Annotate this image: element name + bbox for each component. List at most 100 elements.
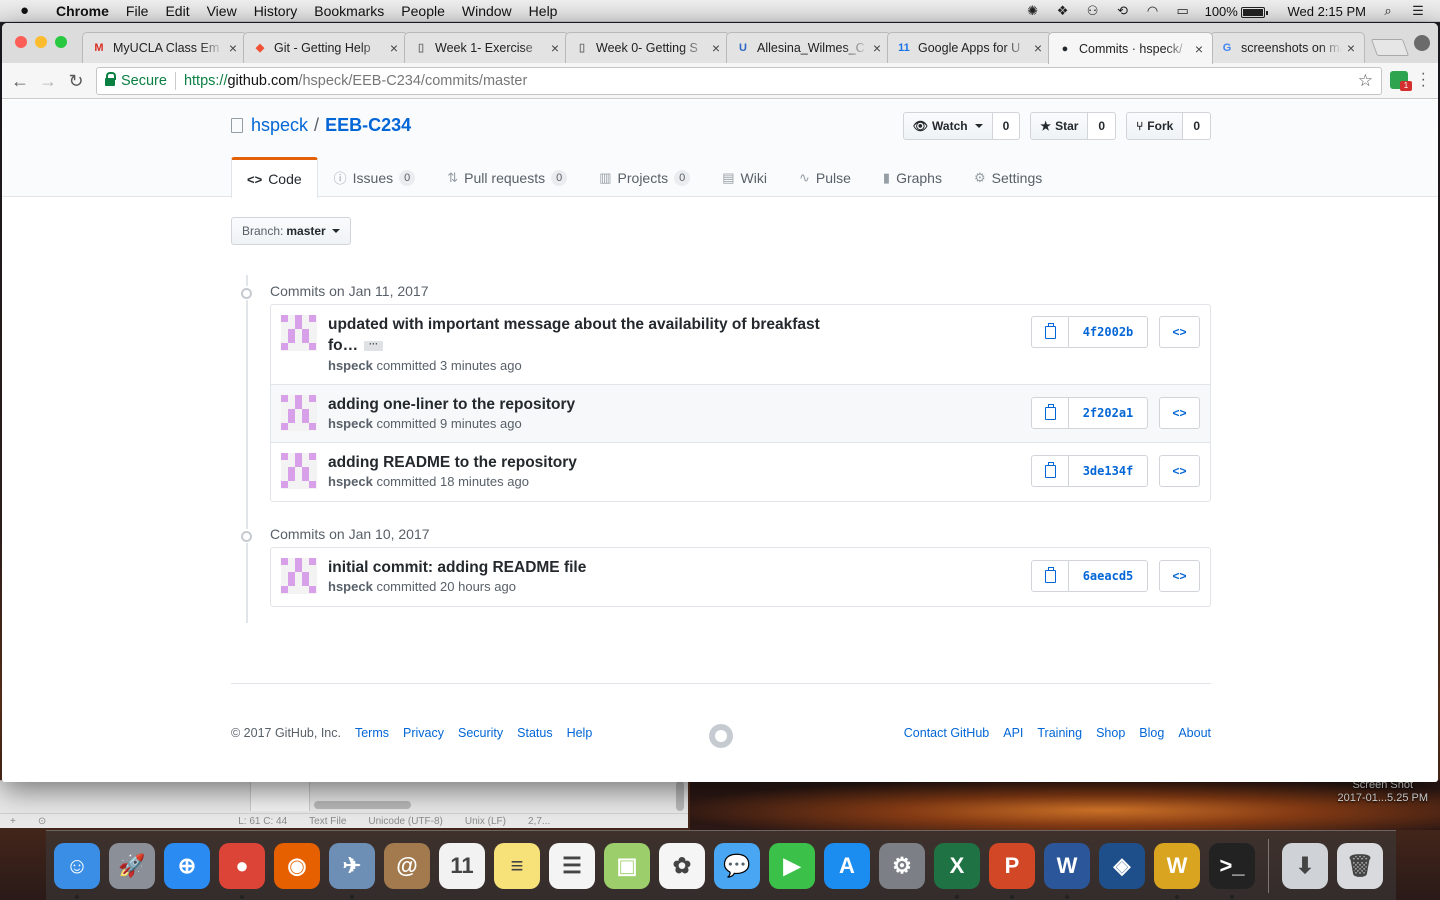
footer-link-api[interactable]: API: [1003, 726, 1023, 740]
footer-link-training[interactable]: Training: [1037, 726, 1082, 740]
star-button[interactable]: ★ Star: [1030, 112, 1089, 140]
browser-tab[interactable]: ◆ Git - Getting Help ×: [243, 32, 408, 63]
tab-wiki[interactable]: ▤ Wiki: [706, 157, 783, 197]
browser-tab[interactable]: M MyUCLA Class Em ×: [82, 32, 247, 63]
footer-link-contact[interactable]: Contact GitHub: [904, 726, 989, 740]
close-tab-icon[interactable]: ×: [707, 40, 725, 56]
preview-icon[interactable]: ✈: [329, 843, 375, 889]
github-mark-icon[interactable]: [709, 724, 733, 748]
desktop-file-label[interactable]: Screen Shot 2017-01...5.25 PM: [1337, 779, 1428, 805]
avatar[interactable]: [281, 453, 317, 489]
new-tab-button[interactable]: [1370, 39, 1410, 56]
commit-sha-link[interactable]: 6aeacd5: [1069, 560, 1148, 592]
battery-status[interactable]: 100%: [1205, 4, 1269, 19]
word-icon[interactable]: W: [1044, 843, 1090, 889]
browse-repo-at-commit-button[interactable]: <>: [1159, 316, 1200, 348]
close-tab-icon[interactable]: ×: [1190, 41, 1208, 57]
menu-people[interactable]: People: [401, 3, 445, 19]
tab-pull-requests[interactable]: ⇅ Pull requests 0: [431, 157, 583, 197]
notes-icon[interactable]: ≡: [494, 843, 540, 889]
browse-repo-at-commit-button[interactable]: <>: [1159, 455, 1200, 487]
address-bar[interactable]: Secure https://github.com/hspeck/EEB-C23…: [96, 67, 1382, 95]
browser-tab[interactable]: 11 Google Apps for U ×: [887, 32, 1052, 63]
terminal-icon[interactable]: >_: [1209, 843, 1255, 889]
close-window-button[interactable]: [15, 36, 27, 48]
firefox-icon[interactable]: ◉: [274, 843, 320, 889]
tab-settings[interactable]: ⚙ Settings: [958, 157, 1058, 197]
fork-count[interactable]: 0: [1183, 112, 1211, 140]
menu-file[interactable]: File: [126, 3, 149, 19]
screen-share-icon[interactable]: ⚇: [1085, 4, 1101, 18]
forward-button[interactable]: →: [36, 69, 60, 93]
browser-tab[interactable]: ▯ Week 1- Exercise ×: [404, 32, 569, 63]
photo-booth-icon[interactable]: ▣: [604, 843, 650, 889]
chrome-icon[interactable]: ●: [219, 843, 265, 889]
expand-message-button[interactable]: ···: [364, 339, 384, 351]
editor-line-endings[interactable]: Unix (LF): [465, 816, 506, 827]
facetime-icon[interactable]: ▶: [769, 843, 815, 889]
tab-projects[interactable]: ▥ Projects 0: [583, 157, 706, 197]
commit-author-link[interactable]: hspeck: [328, 358, 373, 373]
apple-icon[interactable]: ●: [20, 2, 36, 19]
wifi-icon[interactable]: ◠: [1145, 4, 1161, 18]
notification-center-icon[interactable]: ☰: [1410, 4, 1426, 18]
calendar-icon[interactable]: 11: [439, 843, 485, 889]
menu-app-name[interactable]: Chrome: [56, 3, 109, 19]
close-tab-icon[interactable]: ×: [546, 40, 564, 56]
copy-sha-button[interactable]: [1031, 455, 1069, 487]
footer-link-shop[interactable]: Shop: [1096, 726, 1125, 740]
copy-sha-button[interactable]: [1031, 560, 1069, 592]
commit-author-link[interactable]: hspeck: [328, 579, 373, 594]
menu-view[interactable]: View: [207, 3, 237, 19]
textwrangler-icon[interactable]: W: [1154, 843, 1200, 889]
reminders-icon[interactable]: ☰: [549, 843, 595, 889]
reload-button[interactable]: ↻: [64, 69, 88, 93]
tab-issues[interactable]: ⓘ Issues 0: [318, 157, 432, 197]
watch-count[interactable]: 0: [992, 112, 1021, 140]
footer-link-privacy[interactable]: Privacy: [403, 726, 444, 740]
tab-graphs[interactable]: ▮ Graphs: [867, 157, 958, 197]
menu-bookmarks[interactable]: Bookmarks: [314, 3, 384, 19]
dropbox-icon[interactable]: ❖: [1055, 4, 1071, 18]
footer-link-status[interactable]: Status: [517, 726, 552, 740]
excel-icon[interactable]: X: [934, 843, 980, 889]
commit-author-link[interactable]: hspeck: [328, 474, 373, 489]
editor-encoding[interactable]: Unicode (UTF-8): [368, 816, 442, 827]
watch-button[interactable]: 👁 Watch: [902, 112, 993, 140]
browse-repo-at-commit-button[interactable]: <>: [1159, 560, 1200, 592]
close-tab-icon[interactable]: ×: [868, 40, 886, 56]
profile-icon[interactable]: [1414, 35, 1430, 51]
editor-clock-icon[interactable]: ⊙: [38, 816, 46, 827]
close-tab-icon[interactable]: ×: [385, 40, 403, 56]
close-tab-icon[interactable]: ×: [1029, 40, 1047, 56]
commit-sha-link[interactable]: 4f2002b: [1069, 316, 1148, 348]
commit-message-link[interactable]: adding README to the repository: [328, 452, 577, 473]
repo-name-link[interactable]: EEB-C234: [325, 115, 411, 136]
menu-help[interactable]: Help: [529, 3, 558, 19]
star-count[interactable]: 0: [1088, 112, 1117, 140]
editor-add-icon[interactable]: +: [10, 816, 16, 827]
menu-window[interactable]: Window: [462, 3, 512, 19]
messages-icon[interactable]: 💬: [714, 843, 760, 889]
photos-icon[interactable]: ✿: [659, 843, 705, 889]
powerpoint-icon[interactable]: P: [989, 843, 1035, 889]
menubar-clock[interactable]: Wed 2:15 PM: [1287, 4, 1366, 19]
footer-link-security[interactable]: Security: [458, 726, 503, 740]
editor-mode[interactable]: Text File: [309, 816, 346, 827]
commit-sha-link[interactable]: 2f202a1: [1069, 397, 1148, 429]
browser-tab[interactable]: ▯ Week 0- Getting S ×: [565, 32, 730, 63]
copy-sha-button[interactable]: [1031, 397, 1069, 429]
downloads-icon[interactable]: ⬇: [1282, 843, 1328, 889]
menu-history[interactable]: History: [254, 3, 298, 19]
copy-sha-button[interactable]: [1031, 316, 1069, 348]
time-machine-icon[interactable]: ⟲: [1115, 4, 1131, 18]
footer-link-help[interactable]: Help: [567, 726, 593, 740]
commit-message-link[interactable]: initial commit: adding README file: [328, 557, 586, 578]
repo-owner-link[interactable]: hspeck: [251, 115, 308, 136]
browser-tab[interactable]: Gscreenshots on ma ×: [1210, 32, 1365, 63]
zoom-window-button[interactable]: [55, 36, 67, 48]
footer-link-blog[interactable]: Blog: [1139, 726, 1164, 740]
branch-selector[interactable]: Branch: master: [231, 217, 351, 245]
commit-author-link[interactable]: hspeck: [328, 416, 373, 431]
footer-link-terms[interactable]: Terms: [355, 726, 389, 740]
